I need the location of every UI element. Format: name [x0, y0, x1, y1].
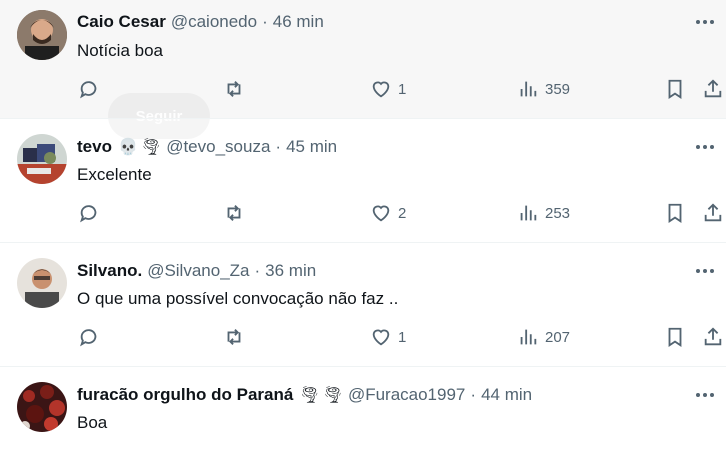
- avatar[interactable]: [17, 10, 67, 60]
- heart-icon: [372, 329, 390, 346]
- share-icon: [704, 327, 722, 346]
- repost-icon: [227, 329, 241, 345]
- share-icon: [704, 203, 722, 222]
- like-count: 2: [398, 204, 407, 222]
- tweet-text: Excelente: [77, 165, 152, 184]
- repost-icon: [227, 81, 241, 97]
- tweet[interactable]: furacão orgulho do Paraná 🌪 🌪 @Furacao19…: [0, 367, 726, 449]
- action-bar: 2 253: [0, 202, 726, 228]
- user-handle[interactable]: @caionedo: [171, 12, 257, 32]
- tweet[interactable]: tevo 💀 🌪 @tevo_souza · 45 min Excelente …: [0, 119, 726, 242]
- reply-button[interactable]: [78, 326, 100, 348]
- tweet-text: Notícia boa: [77, 41, 163, 60]
- timestamp[interactable]: 46 min: [273, 12, 324, 32]
- repost-button[interactable]: [223, 202, 245, 224]
- views-button[interactable]: 359: [517, 78, 570, 100]
- reply-icon: [80, 329, 97, 347]
- bookmark-icon: [668, 203, 682, 223]
- display-name[interactable]: furacão orgulho do Paraná: [77, 385, 293, 405]
- bookmark-button[interactable]: [664, 326, 686, 348]
- reply-icon: [80, 81, 97, 99]
- repost-icon: [227, 205, 241, 221]
- more-options-icon[interactable]: [696, 12, 714, 32]
- separator-dot: ·: [275, 137, 282, 156]
- views-button[interactable]: 253: [517, 202, 570, 224]
- tweet[interactable]: Caio Cesar @caionedo · 46 min Notícia bo…: [0, 0, 726, 118]
- like-button[interactable]: 1: [370, 78, 406, 100]
- tornado-icon: 🌪: [299, 387, 320, 404]
- bookmark-icon: [668, 79, 682, 99]
- like-button[interactable]: 2: [370, 202, 406, 224]
- display-name[interactable]: tevo: [77, 137, 112, 157]
- bookmark-icon: [668, 327, 682, 347]
- more-options-icon[interactable]: [696, 261, 714, 281]
- timestamp[interactable]: 44 min: [481, 385, 532, 405]
- share-button[interactable]: [702, 326, 724, 348]
- user-handle[interactable]: @Silvano_Za: [147, 261, 249, 281]
- views-icon: [520, 81, 537, 97]
- user-handle[interactable]: @Furacao1997: [348, 385, 465, 405]
- separator-dot: ·: [470, 385, 477, 404]
- display-name[interactable]: Caio Cesar: [77, 12, 166, 32]
- timestamp[interactable]: 45 min: [286, 137, 337, 157]
- display-name[interactable]: Silvano.: [77, 261, 142, 281]
- views-icon: [520, 329, 537, 345]
- repost-button[interactable]: [223, 78, 245, 100]
- reply-icon: [80, 205, 97, 223]
- reply-button[interactable]: [78, 78, 100, 100]
- tornado-icon: 🌪: [140, 139, 162, 156]
- share-button[interactable]: [702, 78, 724, 100]
- tweet-text: Boa: [77, 413, 108, 432]
- tweet-text: O que uma possível convocação não faz ..: [77, 289, 399, 308]
- heart-icon: [372, 205, 390, 222]
- more-options-icon[interactable]: [696, 137, 714, 157]
- like-count: 1: [398, 80, 407, 98]
- action-bar: 1 207: [0, 326, 726, 352]
- like-button[interactable]: 1: [370, 326, 406, 348]
- avatar[interactable]: [17, 382, 67, 432]
- share-icon: [704, 79, 722, 98]
- view-count: 207: [545, 328, 571, 346]
- like-count: 1: [398, 328, 407, 346]
- heart-icon: [372, 81, 390, 98]
- bookmark-button[interactable]: [664, 78, 686, 100]
- tweet[interactable]: Silvano. @Silvano_Za · 36 min O que uma …: [0, 243, 726, 366]
- view-count: 359: [545, 80, 571, 98]
- avatar[interactable]: [17, 258, 67, 308]
- action-bar: 1 359: [0, 78, 726, 104]
- bookmark-button[interactable]: [664, 202, 686, 224]
- separator-dot: ·: [254, 261, 261, 280]
- skull-icon: 💀: [117, 139, 138, 156]
- views-button[interactable]: 207: [517, 326, 570, 348]
- timestamp[interactable]: 36 min: [265, 261, 316, 281]
- reply-button[interactable]: [78, 202, 100, 224]
- user-handle[interactable]: @tevo_souza: [166, 137, 270, 157]
- repost-button[interactable]: [223, 326, 245, 348]
- avatar[interactable]: [17, 134, 67, 184]
- share-button[interactable]: [702, 202, 724, 224]
- separator-dot: ·: [262, 12, 268, 31]
- views-icon: [520, 205, 537, 221]
- tornado-icon: 🌪: [322, 387, 343, 404]
- view-count: 253: [545, 204, 571, 222]
- more-options-icon[interactable]: [696, 385, 714, 405]
